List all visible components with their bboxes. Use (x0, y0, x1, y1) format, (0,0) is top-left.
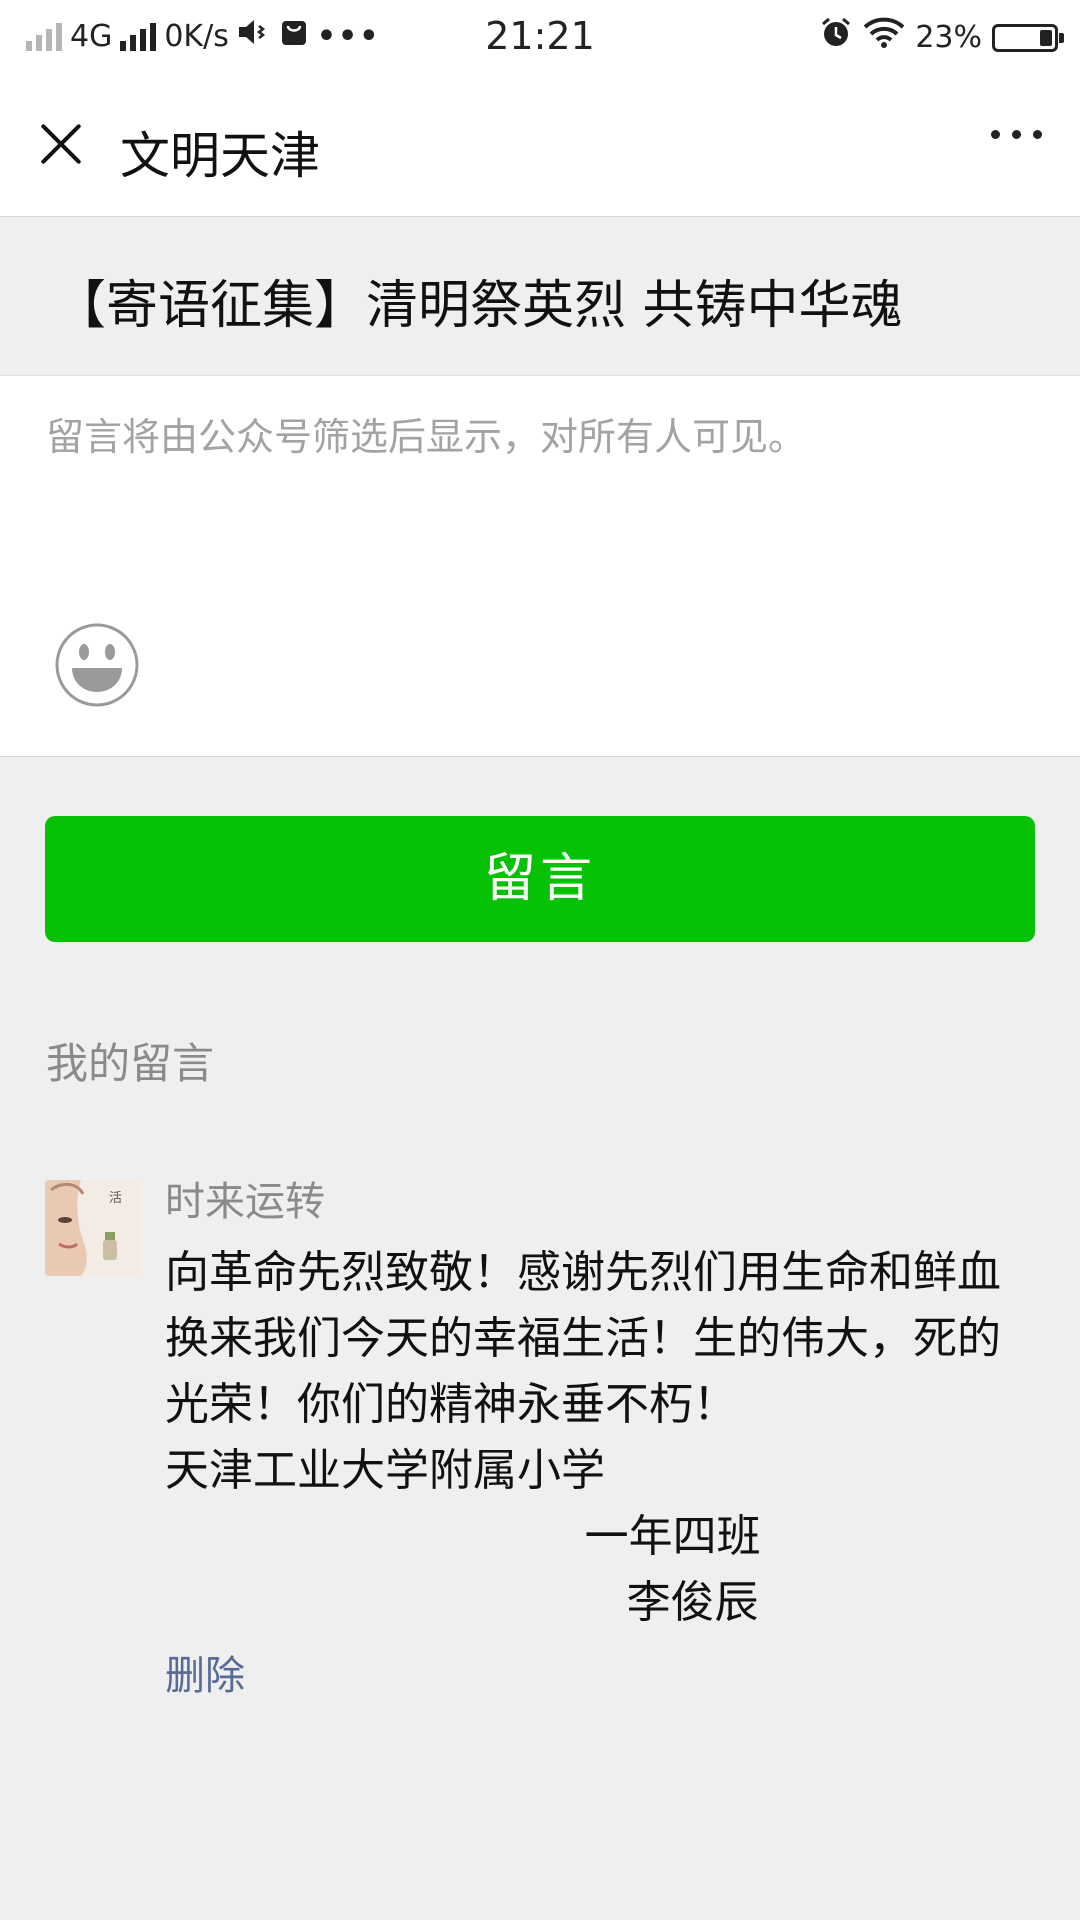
battery-fill (1040, 29, 1052, 46)
status-right: 23% (819, 16, 1064, 59)
article-title-section: 【寄语征集】清明祭英烈 共铸中华魂 (0, 217, 1080, 376)
more-options-icon[interactable] (991, 130, 1042, 139)
close-icon[interactable] (38, 122, 82, 166)
emoji-icon[interactable] (54, 622, 140, 708)
battery-percent: 23% (915, 20, 982, 55)
avatar[interactable]: 活 (45, 1180, 141, 1276)
wifi-icon (863, 17, 905, 58)
navigation-bar: 文明天津 (0, 76, 1080, 217)
article-title: 【寄语征集】清明祭英烈 共铸中华魂 (54, 276, 903, 336)
comment-placeholder: 留言将由公众号筛选后显示，对所有人可见。 (46, 415, 807, 459)
submit-comment-button[interactable]: 留言 (45, 816, 1035, 942)
my-comments-label: 我的留言 (46, 1039, 215, 1088)
delete-comment-link[interactable]: 删除 (165, 1646, 1035, 1706)
alarm-icon (819, 16, 853, 59)
comment-body: 时来运转 向革命先烈致敬！感谢先烈们用生命和鲜血换来我们今天的幸福生活！生的伟大… (165, 1176, 1035, 1706)
nav-title: 文明天津 (120, 127, 320, 185)
comment-input[interactable]: 留言将由公众号筛选后显示，对所有人可见。 (0, 376, 1080, 757)
battery-icon (992, 23, 1064, 52)
svg-text:活: 活 (109, 1191, 122, 1206)
status-bar: 4G 0K/s ••• 21:21 23% (0, 0, 1080, 76)
comment-text: 向革命先烈致敬！感谢先烈们用生命和鲜血换来我们今天的幸福生活！生的伟大，死的光荣… (165, 1247, 1001, 1628)
comment-username: 时来运转 (165, 1179, 325, 1225)
